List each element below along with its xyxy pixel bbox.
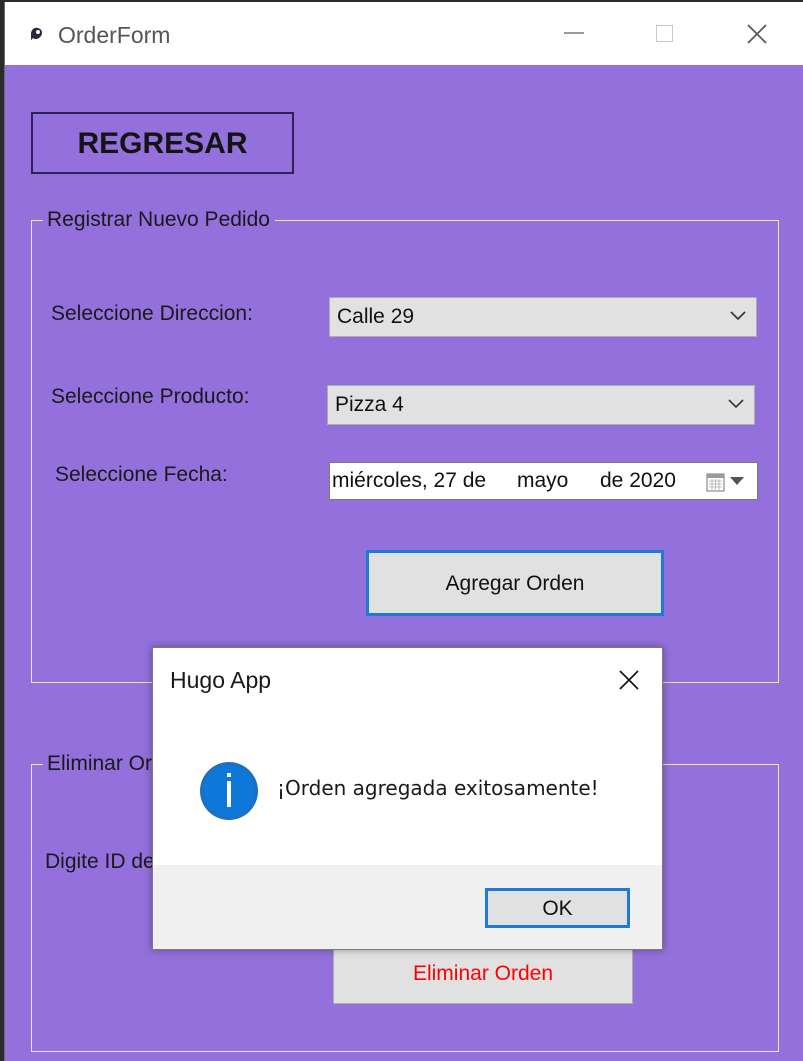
product-label: Seleccione Producto: [51,385,250,408]
minimize-button[interactable] [544,10,604,58]
group-legend: Eliminar Orc [43,752,168,776]
message-dialog: Hugo App ¡Orden agregada exitosamente! O… [152,647,663,950]
maximize-button[interactable] [635,10,695,58]
dialog-close-button[interactable] [605,660,653,700]
date-month[interactable]: mayo [517,463,568,499]
date-label: Seleccione Fecha: [55,463,228,486]
address-select[interactable]: Calle 29 [329,297,757,337]
window-title: OrderForm [58,22,171,48]
ok-button[interactable]: OK [485,888,630,928]
minimize-icon [564,32,584,34]
delete-order-button[interactable]: Eliminar Orden [333,944,633,1004]
address-select-value: Calle 29 [337,305,415,328]
date-picker[interactable]: miércoles, 27 de mayo de 2020 [329,462,758,500]
product-select-value: Pizza 4 [335,393,404,416]
date-day[interactable]: miércoles, 27 de [332,463,486,499]
dropdown-arrow-icon[interactable] [730,477,744,486]
address-label: Seleccione Direccion: [51,302,253,325]
dialog-message: ¡Orden agregada exitosamente! [277,776,599,800]
add-order-button[interactable]: Agregar Orden [366,550,664,616]
dialog-title: Hugo App [170,667,272,693]
calendar-icon[interactable] [706,472,726,492]
regresar-button[interactable]: REGRESAR [31,112,294,174]
title-bar[interactable]: OrderForm [5,2,803,65]
app-icon [31,27,42,40]
product-select[interactable]: Pizza 4 [327,385,755,425]
date-year[interactable]: de 2020 [600,463,676,499]
chevron-down-icon [730,311,746,321]
chevron-down-icon [728,399,744,409]
info-icon [200,762,258,820]
close-icon [747,24,767,44]
close-button[interactable] [727,10,787,58]
order-id-label: Digite ID de [45,850,155,873]
maximize-icon [656,25,673,42]
group-legend: Registrar Nuevo Pedido [43,208,275,232]
close-icon [619,670,639,690]
